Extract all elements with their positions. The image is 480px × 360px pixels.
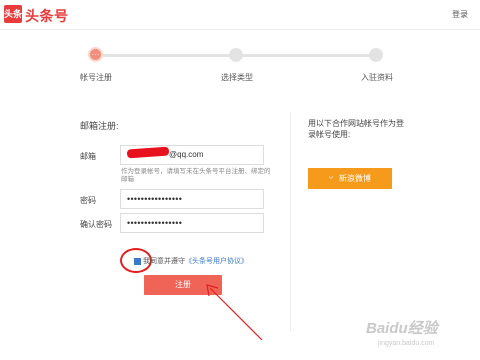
watermark-brand: Baidu经验 — [366, 320, 438, 337]
column-divider — [290, 112, 291, 332]
partner-login-text: 用以下合作网站帐号作为登录帐号使用: — [308, 119, 404, 139]
weibo-icon: ᵕ — [329, 173, 333, 184]
registration-page: 头条 头条号 登录 ··· 帐号注册 选择类型 入驻资料 邮箱注册: 邮箱 @q… — [0, 0, 480, 360]
annotation-arrow — [206, 284, 263, 341]
weibo-label: 新浪微博 — [338, 174, 371, 183]
watermark-url: jingyan.baidu.com — [378, 340, 435, 347]
arrow-shaft — [209, 287, 263, 341]
weibo-login-button[interactable]: ᵕ 新浪微博 — [308, 168, 392, 189]
